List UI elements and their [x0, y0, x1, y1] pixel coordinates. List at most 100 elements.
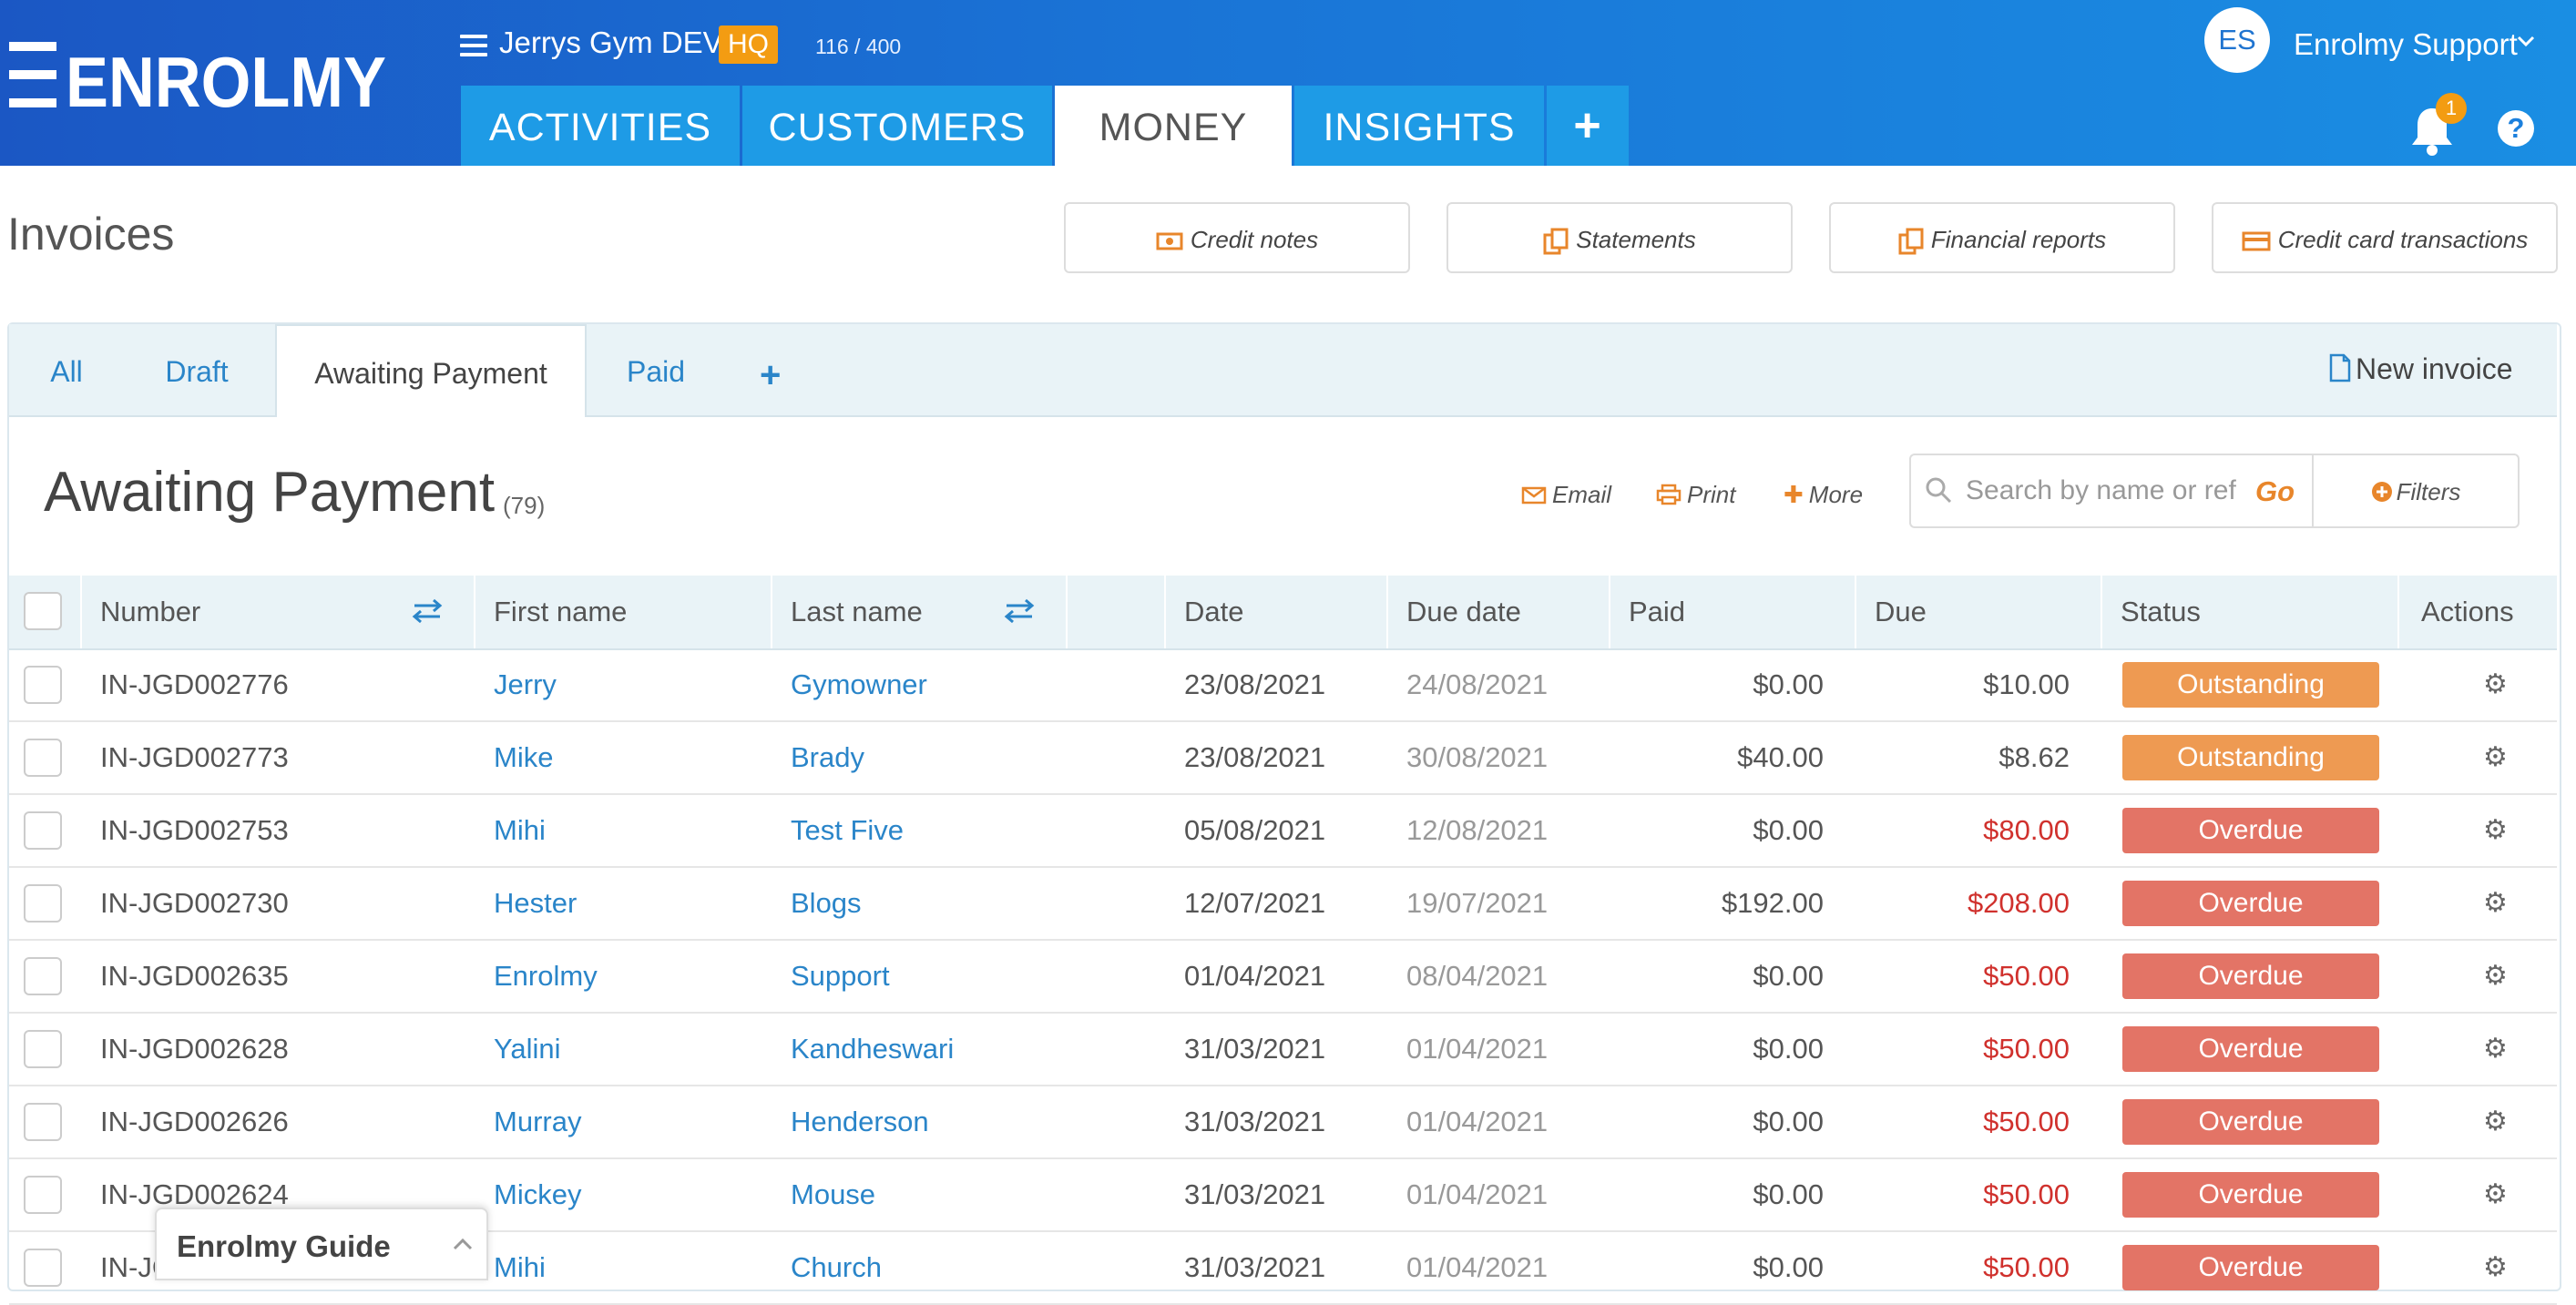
due-amount: $10.00	[1983, 668, 2070, 700]
statements-button[interactable]: Statements	[1446, 202, 1793, 273]
hamburger-menu-icon[interactable]	[460, 35, 487, 56]
last-name-link[interactable]: Blogs	[791, 885, 862, 922]
column-divider	[2397, 576, 2399, 648]
first-name-link[interactable]: Enrolmy	[494, 958, 598, 994]
row-checkbox[interactable]	[24, 666, 62, 704]
invoice-number[interactable]: IN-JGD002628	[100, 1031, 289, 1067]
first-name-link[interactable]: Murray	[494, 1104, 581, 1140]
column-header-last-name[interactable]: Last name	[791, 576, 923, 648]
tab-insights[interactable]: INSIGHTS	[1294, 86, 1544, 166]
invoice-number[interactable]: IN-JGD002730	[100, 885, 289, 922]
more-action-button[interactable]: ✚ More	[1784, 481, 1863, 509]
gear-icon[interactable]: ⚙	[2483, 1033, 2508, 1065]
invoice-number[interactable]: IN-JGD002635	[100, 958, 289, 994]
gear-icon[interactable]: ⚙	[2483, 668, 2508, 700]
row-divider	[9, 866, 2557, 868]
first-name-link[interactable]: Mike	[494, 739, 553, 776]
tab-customers[interactable]: CUSTOMERS	[742, 86, 1052, 166]
chevron-down-icon[interactable]	[2516, 33, 2536, 51]
gear-icon[interactable]: ⚙	[2483, 1178, 2508, 1210]
credit-card-icon	[2242, 231, 2271, 251]
banknote-icon	[1156, 232, 1183, 250]
row-checkbox[interactable]	[24, 1176, 62, 1214]
column-header-paid[interactable]: Paid	[1629, 576, 1685, 648]
first-name-link[interactable]: Mihi	[494, 1249, 546, 1286]
first-name-link[interactable]: Mihi	[494, 812, 546, 849]
tab-draft[interactable]: Draft	[146, 324, 248, 417]
first-name-link[interactable]: Mickey	[494, 1177, 581, 1213]
tab-all[interactable]: All	[27, 324, 106, 417]
column-header-first-name[interactable]: First name	[494, 576, 627, 648]
gear-icon[interactable]: ⚙	[2483, 960, 2508, 992]
invoice-date: 31/03/2021	[1184, 1106, 1326, 1137]
last-name-link[interactable]: Henderson	[791, 1104, 929, 1140]
add-tab-button[interactable]: +	[1547, 86, 1629, 166]
column-header-number[interactable]: Number	[100, 576, 200, 648]
sort-icon[interactable]	[1004, 597, 1035, 625]
gear-icon[interactable]: ⚙	[2483, 1251, 2508, 1283]
column-header-status[interactable]: Status	[2121, 576, 2201, 648]
email-action-button[interactable]: Email	[1521, 481, 1611, 509]
sort-icon[interactable]	[412, 597, 443, 625]
tab-paid[interactable]: Paid	[612, 324, 700, 417]
financial-reports-button[interactable]: Financial reports	[1829, 202, 2175, 273]
user-name[interactable]: Enrolmy Support	[2294, 27, 2518, 62]
invoice-number[interactable]: IN-JGD002773	[100, 739, 289, 776]
row-checkbox[interactable]	[24, 811, 62, 850]
notification-count-badge: 1	[2436, 93, 2467, 124]
last-name-link[interactable]: Kandheswari	[791, 1031, 954, 1067]
tab-money[interactable]: MONEY	[1055, 86, 1292, 166]
row-checkbox[interactable]	[24, 884, 62, 923]
org-name[interactable]: Jerrys Gym DEV	[499, 25, 723, 60]
due-amount: $8.62	[1998, 741, 2070, 773]
gear-icon[interactable]: ⚙	[2483, 887, 2508, 919]
tab-activities[interactable]: ACTIVITIES	[461, 86, 740, 166]
enrolmy-logo[interactable]: ENROLMY	[9, 40, 392, 113]
invoice-number[interactable]: IN-JGD002753	[100, 812, 289, 849]
row-checkbox[interactable]	[24, 957, 62, 995]
column-header-date[interactable]: Date	[1184, 576, 1243, 648]
credit-card-transactions-button[interactable]: Credit card transactions	[2212, 202, 2558, 273]
gear-icon[interactable]: ⚙	[2483, 741, 2508, 773]
list-title: Awaiting Payment	[44, 461, 496, 524]
select-all-checkbox[interactable]	[24, 592, 62, 630]
last-name-link[interactable]: Support	[791, 958, 890, 994]
credit-notes-button[interactable]: Credit notes	[1064, 202, 1410, 273]
email-label: Email	[1552, 481, 1612, 508]
row-checkbox[interactable]	[24, 739, 62, 777]
invoice-number[interactable]: IN-JGD002776	[100, 667, 289, 703]
invoice-number[interactable]: IN-JGD002626	[100, 1104, 289, 1140]
column-header-due-date[interactable]: Due date	[1406, 576, 1521, 648]
first-name-link[interactable]: Jerry	[494, 667, 557, 703]
row-checkbox[interactable]	[24, 1030, 62, 1068]
gear-icon[interactable]: ⚙	[2483, 1106, 2508, 1137]
status-badge: Outstanding	[2122, 662, 2379, 708]
new-invoice-button[interactable]: New invoice	[2328, 352, 2513, 386]
last-name-link[interactable]: Test Five	[791, 812, 904, 849]
first-name-link[interactable]: Yalini	[494, 1031, 561, 1067]
gear-icon[interactable]: ⚙	[2483, 814, 2508, 846]
last-name-link[interactable]: Brady	[791, 739, 864, 776]
column-header-due[interactable]: Due	[1875, 576, 1927, 648]
due-amount: $208.00	[1967, 887, 2070, 919]
tab-awaiting-payment[interactable]: Awaiting Payment	[275, 324, 587, 417]
due-amount: $50.00	[1983, 1178, 2070, 1210]
help-icon[interactable]: ?	[2498, 110, 2534, 147]
user-avatar[interactable]: ES	[2204, 7, 2270, 73]
new-invoice-label: New invoice	[2356, 352, 2513, 385]
column-divider	[1386, 576, 1388, 648]
go-button[interactable]: Go	[2255, 475, 2295, 508]
chevron-up-icon[interactable]	[450, 1231, 475, 1257]
first-name-link[interactable]: Hester	[494, 885, 577, 922]
invoice-date: 23/08/2021	[1184, 741, 1326, 773]
row-checkbox[interactable]	[24, 1103, 62, 1141]
add-tab-plus-button[interactable]: +	[760, 355, 781, 396]
print-action-button[interactable]: Print	[1656, 481, 1735, 509]
filters-button[interactable]: Filters	[2312, 454, 2520, 528]
last-name-link[interactable]: Church	[791, 1249, 882, 1286]
last-name-link[interactable]: Mouse	[791, 1177, 875, 1213]
paid-amount: $0.00	[1753, 1106, 1824, 1137]
last-name-link[interactable]: Gymowner	[791, 667, 927, 703]
search-input[interactable]	[1966, 475, 2239, 506]
row-checkbox[interactable]	[24, 1249, 62, 1287]
